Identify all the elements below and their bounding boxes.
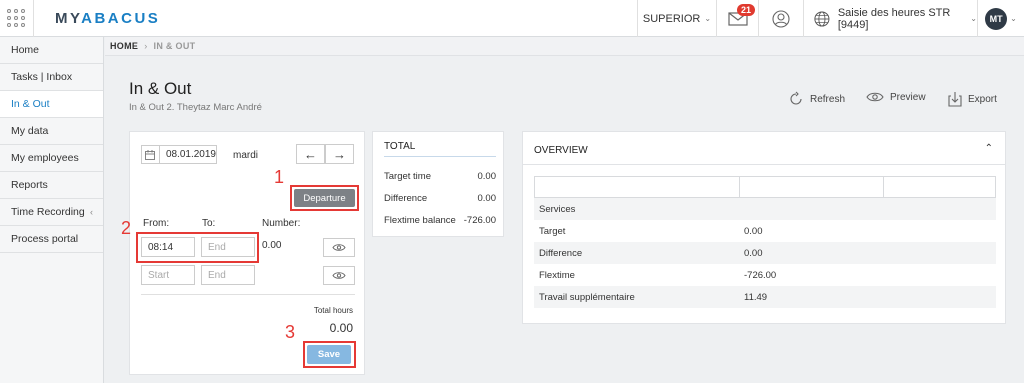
app-grid-icon[interactable] bbox=[7, 9, 25, 27]
departure-button[interactable]: Departure bbox=[294, 189, 355, 207]
row-preview-button[interactable] bbox=[323, 238, 355, 257]
divider bbox=[523, 164, 1005, 165]
superior-label: SUPERIOR bbox=[642, 12, 701, 25]
divider bbox=[141, 294, 355, 295]
calendar-icon bbox=[142, 146, 160, 163]
total-panel: TOTAL Target time 0.00 Difference 0.00 Fle… bbox=[372, 131, 504, 237]
user-menu[interactable]: MT ⌄ bbox=[977, 0, 1024, 37]
weekday-label: mardi bbox=[233, 150, 259, 161]
to-time-input-empty[interactable]: End bbox=[201, 265, 255, 285]
to-label: To: bbox=[202, 218, 216, 229]
eye-icon bbox=[332, 272, 346, 279]
table-row: Difference 0.00 bbox=[534, 242, 996, 264]
sidebar-item-time-recording[interactable]: Time Recording ‹ bbox=[0, 199, 103, 226]
next-day-button[interactable]: → bbox=[325, 144, 354, 164]
total-row: Difference 0.00 bbox=[384, 193, 496, 204]
page-title: In & Out bbox=[129, 79, 192, 98]
refresh-button[interactable]: Refresh bbox=[788, 91, 845, 107]
company-name: Saisie des heures STR [9449] bbox=[837, 6, 951, 31]
page-subtitle: In & Out 2. Theytaz Marc André bbox=[129, 102, 262, 113]
overview-table: Services Target 0.00 Difference 0.00 Flext… bbox=[534, 176, 996, 308]
breadcrumb-separator-icon: › bbox=[144, 41, 148, 51]
overview-panel: OVERVIEW ⌃ Services Target 0.00 Differenc… bbox=[522, 131, 1006, 324]
eye-icon bbox=[866, 91, 884, 103]
annotation-number: 2 bbox=[121, 218, 132, 238]
profile-button[interactable] bbox=[758, 0, 803, 37]
arrow-left-icon: ← bbox=[304, 146, 317, 162]
divider bbox=[384, 156, 496, 157]
chevron-up-icon[interactable]: ⌃ bbox=[985, 143, 993, 154]
sidebar-item-my-data[interactable]: My data bbox=[0, 118, 103, 145]
total-heading: TOTAL bbox=[384, 141, 416, 152]
date-value: 08.01.2019 bbox=[165, 149, 216, 160]
arrow-right-icon: → bbox=[333, 146, 346, 162]
total-row: Flextime balance -726.00 bbox=[384, 215, 496, 226]
sidebar-item-home[interactable]: Home bbox=[0, 37, 103, 64]
row-preview-button[interactable] bbox=[323, 266, 355, 285]
date-picker[interactable]: 08.01.2019 bbox=[141, 145, 217, 164]
globe-icon bbox=[814, 10, 830, 27]
from-label: From: bbox=[143, 218, 170, 229]
from-time-input[interactable]: 08:14 bbox=[141, 237, 195, 257]
breadcrumb: HOME › IN & OUT bbox=[105, 37, 1024, 56]
table-header bbox=[534, 176, 996, 198]
refresh-icon bbox=[788, 91, 804, 107]
breadcrumb-current: IN & OUT bbox=[153, 41, 196, 51]
sidebar-item-my-employees[interactable]: My employees bbox=[0, 145, 103, 172]
chevron-left-icon: ‹ bbox=[90, 207, 93, 217]
superior-dropdown[interactable]: SUPERIOR ⌄ bbox=[637, 0, 716, 37]
number-value: 0.00 bbox=[262, 240, 282, 251]
table-row: Target 0.00 bbox=[539, 225, 763, 237]
table-row: Flextime -726.00 bbox=[539, 269, 777, 281]
time-entry-panel: 08.01.2019 mardi ← → 1 Departure From: T… bbox=[121, 131, 365, 375]
chevron-down-icon: ⌄ bbox=[970, 14, 977, 23]
sidebar-item-in-out[interactable]: In & Out bbox=[0, 91, 103, 118]
overview-heading: OVERVIEW bbox=[534, 145, 588, 156]
total-hours-value: 0.00 bbox=[329, 321, 353, 335]
previous-day-button[interactable]: ← bbox=[296, 144, 325, 164]
sidebar-item-tasks-inbox[interactable]: Tasks | Inbox bbox=[0, 64, 103, 91]
chevron-down-icon: ⌄ bbox=[1010, 14, 1017, 23]
person-icon bbox=[772, 9, 790, 28]
preview-button[interactable]: Preview bbox=[866, 91, 926, 103]
table-row: Services bbox=[534, 198, 996, 220]
top-bar: MYABACUS SUPERIOR ⌄ 21 Saisie des heures… bbox=[0, 0, 1024, 37]
total-hours-label: Total hours bbox=[313, 306, 353, 315]
number-label: Number: bbox=[262, 218, 301, 229]
sidebar: Home Tasks | Inbox In & Out My data My e… bbox=[0, 37, 104, 383]
to-time-input[interactable]: End bbox=[201, 237, 255, 257]
chevron-down-icon: ⌄ bbox=[704, 14, 712, 23]
avatar: MT bbox=[985, 7, 1008, 30]
eye-icon bbox=[332, 244, 346, 251]
from-time-input-empty[interactable]: Start bbox=[141, 265, 195, 285]
table-row: Travail supplémentaire 11.49 bbox=[534, 286, 996, 308]
sidebar-item-process-portal[interactable]: Process portal bbox=[0, 226, 103, 253]
total-row: Target time 0.00 bbox=[384, 171, 496, 182]
mail-button[interactable]: 21 bbox=[716, 0, 758, 37]
breadcrumb-home[interactable]: HOME bbox=[110, 41, 138, 51]
company-selector[interactable]: Saisie des heures STR [9449] ⌄ bbox=[803, 0, 977, 37]
divider bbox=[33, 0, 34, 37]
annotation-number: 3 bbox=[285, 322, 296, 342]
mail-count-badge: 21 bbox=[737, 4, 756, 16]
export-icon bbox=[948, 91, 962, 107]
sidebar-item-reports[interactable]: Reports bbox=[0, 172, 103, 199]
export-button[interactable]: Export bbox=[948, 91, 997, 107]
save-button[interactable]: Save bbox=[307, 345, 351, 364]
logo[interactable]: MYABACUS bbox=[55, 10, 160, 27]
annotation-number: 1 bbox=[274, 167, 285, 187]
